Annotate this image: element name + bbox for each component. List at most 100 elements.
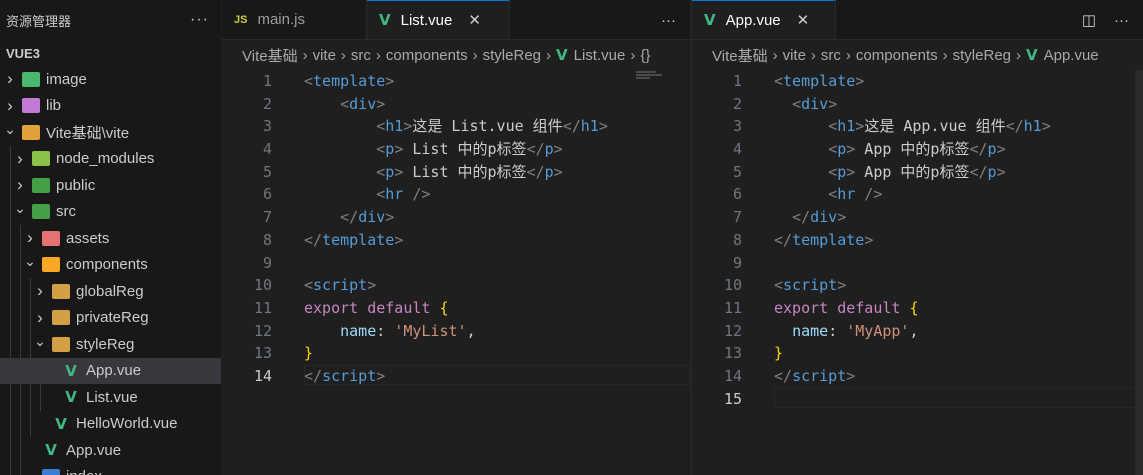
indent-guide: [20, 278, 21, 305]
breadcrumb-item[interactable]: Vite基础: [712, 45, 768, 66]
tree-folder[interactable]: › node_modules: [0, 145, 221, 172]
code-line[interactable]: 4 <p> App 中的p标签</p>: [692, 138, 1143, 161]
tree-item-label: List.vue: [86, 388, 138, 406]
tree-folder[interactable]: › public: [0, 172, 221, 199]
code-token: List 中的p标签: [403, 140, 527, 159]
code-line[interactable]: 10 <script>: [692, 274, 1143, 297]
minimap[interactable]: [636, 70, 676, 100]
code-line[interactable]: 3 <h1>这是 List.vue 组件</h1>: [222, 115, 690, 138]
code-token: </: [340, 208, 359, 227]
breadcrumb-item[interactable]: src: [351, 47, 371, 64]
tab-list-vue[interactable]: V List.vue ✕: [367, 0, 510, 39]
code-line[interactable]: 13}: [692, 342, 1143, 365]
tree-item-label: globalReg: [76, 282, 144, 300]
code-line[interactable]: 9: [222, 252, 690, 275]
close-icon[interactable]: ✕: [468, 11, 481, 29]
tree-folder[interactable]: › image: [0, 66, 221, 93]
code-line[interactable]: 12 name: 'MyList',: [222, 320, 690, 343]
breadcrumb-separator-icon: ›: [942, 46, 948, 64]
code-token: p: [837, 162, 847, 181]
breadcrumb-separator-icon: ›: [472, 46, 478, 64]
vue-file-icon: V: [55, 414, 67, 433]
tree-folder[interactable]: ⌄ styleReg: [0, 331, 221, 358]
tree-folder[interactable]: ⌄ Vite基础\vite: [0, 119, 221, 146]
breadcrumb-item[interactable]: components: [856, 47, 938, 64]
breadcrumb-item[interactable]: vite: [313, 47, 336, 64]
more-actions-button[interactable]: ···: [661, 12, 676, 29]
code-line[interactable]: 11 export default {: [222, 297, 690, 320]
code-line[interactable]: 15: [692, 387, 1143, 411]
tree-folder[interactable]: › assets: [0, 225, 221, 252]
tree-folder[interactable]: › privateReg: [0, 304, 221, 331]
code-line[interactable]: 6 <hr />: [692, 183, 1143, 206]
breadcrumb-item[interactable]: src: [821, 47, 841, 64]
breadcrumb-item[interactable]: components: [386, 47, 468, 64]
code-line[interactable]: 5 <p> List 中的p标签</p>: [222, 161, 690, 184]
code-line[interactable]: 10 <script>: [222, 274, 690, 297]
code-line[interactable]: 13}: [222, 342, 690, 365]
code-token: <: [774, 276, 784, 295]
code-editor[interactable]: 1 <template> 2 <div> 3 <h1>这是 List.vue 组件</…: [222, 70, 690, 388]
line-number: 8: [732, 230, 742, 249]
code-token: >: [837, 276, 847, 295]
code-token: <: [340, 94, 350, 113]
code-line[interactable]: 5 <p> App 中的p标签</p>: [692, 161, 1143, 184]
tree-file[interactable]: V App.vue: [0, 357, 221, 384]
code-line[interactable]: 3 <h1>这是 App.vue 组件</h1>: [692, 115, 1143, 138]
code-line[interactable]: 2 <div>: [692, 93, 1143, 116]
split-editor-icon[interactable]: ◫: [1082, 11, 1096, 29]
breadcrumb-item[interactable]: Vite基础: [242, 45, 298, 66]
code-token: <: [828, 162, 838, 181]
chevron-right-icon: ›: [37, 307, 43, 327]
vertical-scrollbar[interactable]: [1135, 70, 1143, 475]
chevron-right-icon: ›: [37, 281, 43, 301]
tab-label: main.js: [257, 11, 305, 28]
tree-file[interactable]: index...: [0, 463, 221, 475]
code-line[interactable]: 9: [692, 252, 1143, 275]
breadcrumb-item[interactable]: {}: [640, 47, 650, 64]
code-line[interactable]: 2 <div>: [222, 93, 690, 116]
code-line[interactable]: 8 </template>: [692, 229, 1143, 252]
code-line[interactable]: 1 <template>: [692, 70, 1143, 93]
code-token: div: [810, 208, 838, 227]
code-line[interactable]: 6 <hr />: [222, 183, 690, 206]
tree-file[interactable]: V List.vue: [0, 384, 221, 411]
code-token: div: [801, 94, 829, 113]
breadcrumb-item[interactable]: styleReg: [953, 47, 1011, 64]
breadcrumb-item[interactable]: vite: [783, 47, 806, 64]
code-line[interactable]: 14 </script>: [692, 365, 1143, 388]
breadcrumb-item[interactable]: App.vue: [1044, 47, 1099, 64]
indent-guide: [30, 357, 31, 384]
workspace-root[interactable]: VUE3: [0, 40, 221, 66]
tree-folder[interactable]: › lib: [0, 93, 221, 120]
code-token: ,: [909, 321, 919, 340]
tree-folder[interactable]: ⌄ src: [0, 198, 221, 225]
tree-file[interactable]: V App.vue: [0, 437, 221, 464]
tab-app-vue[interactable]: V App.vue ✕: [692, 0, 836, 39]
tree-file[interactable]: V HelloWorld.vue: [0, 410, 221, 437]
code-line[interactable]: 4 <p> List 中的p标签</p>: [222, 138, 690, 161]
code-line[interactable]: 14 </script>: [222, 364, 690, 388]
code-editor[interactable]: 1 <template> 2 <div> 3 <h1>这是 App.vue 组件</h…: [692, 70, 1143, 410]
code-line[interactable]: 7 </div>: [222, 206, 690, 229]
breadcrumb-item[interactable]: styleReg: [483, 47, 541, 64]
tree-folder[interactable]: ⌄ components: [0, 251, 221, 278]
breadcrumb-item[interactable]: List.vue: [574, 47, 626, 64]
folder-open-icon: [52, 336, 70, 352]
code-line[interactable]: 12 name: 'MyApp',: [692, 320, 1143, 343]
close-icon[interactable]: ✕: [797, 11, 810, 29]
image-folder-icon: [22, 71, 40, 87]
code-token: <: [376, 185, 386, 204]
code-line[interactable]: 11 export default {: [692, 297, 1143, 320]
code-line[interactable]: 7 </div>: [692, 206, 1143, 229]
more-actions-button[interactable]: ···: [1114, 12, 1129, 29]
code-token: </: [304, 230, 323, 249]
tree-item-label: App.vue: [86, 362, 142, 380]
code-line[interactable]: 8 </template>: [222, 229, 690, 252]
code-line[interactable]: 1 <template>: [222, 70, 690, 93]
explorer-more-button[interactable]: ···: [190, 11, 209, 29]
tab-main-js[interactable]: JS main.js: [222, 0, 367, 39]
tree-folder[interactable]: › globalReg: [0, 278, 221, 305]
